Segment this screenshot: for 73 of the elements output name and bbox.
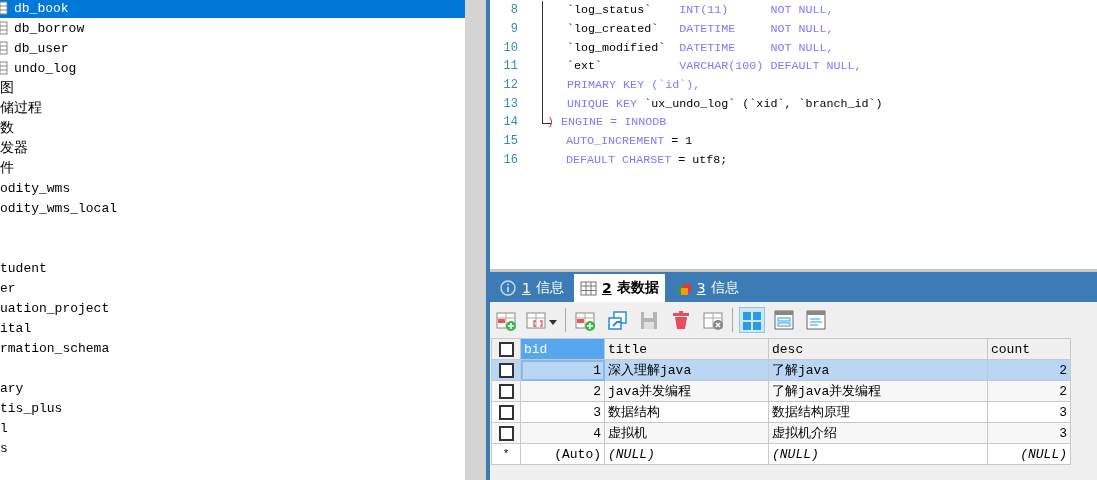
tree-item[interactable]: 件 (0, 158, 465, 178)
result-tab[interactable]: 3 信息 (668, 274, 745, 302)
code-line: ) ENGINE = INNODB (547, 115, 667, 130)
result-tab[interactable]: 2 表数据 (573, 274, 665, 302)
line-number: 10 (502, 40, 518, 55)
line-number: 14 (502, 115, 518, 130)
code-line: AUTO_INCREMENT = 1 (566, 134, 693, 149)
table-icon (0, 1, 8, 15)
info-icon (500, 279, 517, 297)
code-line: `log_created` DATETIME NOT NULL, (567, 22, 834, 37)
tree-item[interactable]: s (0, 438, 465, 458)
line-number: 8 (509, 3, 518, 18)
column-header[interactable]: desc (768, 338, 988, 360)
table-cell: (NULL) (987, 443, 1071, 465)
tree-item[interactable]: undo_log (0, 58, 465, 78)
row-checkbox[interactable] (498, 362, 514, 378)
code-line: UNIQUE KEY `ux_undo_log` (`xid`, `branch_id`) (567, 96, 883, 111)
text-view-button[interactable] (803, 307, 829, 333)
code-line: `ext` VARCHAR(100) DEFAULT NULL, (567, 59, 862, 74)
sql-editor[interactable] (490, 0, 1097, 272)
table-icon (579, 279, 597, 297)
tree-item[interactable]: tudent (0, 258, 465, 278)
form-view-button[interactable] (771, 307, 797, 333)
line-number: 12 (502, 78, 518, 93)
table-cell: 3 (520, 401, 605, 423)
table-cell: 了解java (768, 359, 988, 381)
column-header[interactable]: title (604, 338, 769, 360)
table-row[interactable]: 1 深入理解java 了解java 2 (491, 359, 1071, 381)
tree-item[interactable]: 发器 (0, 138, 465, 158)
line-number: 11 (502, 59, 518, 74)
code-line: `log_modified` DATETIME NOT NULL, (567, 40, 834, 55)
tree-item[interactable]: db_borrow (0, 18, 465, 38)
tree-item[interactable]: db_book (0, 0, 465, 18)
new-row-marker: * (502, 448, 510, 460)
tree-item[interactable]: db_user (0, 38, 465, 58)
table-cell: (Auto) (520, 443, 605, 465)
table-cell: 虚拟机介绍 (768, 422, 988, 444)
line-number: 13 (502, 96, 518, 111)
tree-item[interactable]: er (0, 278, 465, 298)
table-row[interactable]: 2 java并发编程 了解java并发编程 2 (491, 380, 1071, 402)
table-cell: 数据结构 (604, 401, 769, 423)
code-line: DEFAULT CHARSET = utf8; (566, 152, 728, 167)
table-row[interactable]: * (Auto) (NULL) (NULL) (NULL) (491, 443, 1071, 465)
tree-item[interactable]: odity_wms (0, 178, 465, 198)
tree-item[interactable]: l (0, 418, 465, 438)
table-row[interactable]: 4 虚拟机 虚拟机介绍 3 (491, 422, 1071, 444)
table-cell: 数据结构原理 (768, 401, 988, 423)
table-cell: 3 (987, 401, 1071, 423)
tree-item[interactable]: 图 (0, 78, 465, 98)
column-header[interactable]: count (987, 338, 1071, 360)
tree-item[interactable]: ital (0, 318, 465, 338)
tree-item[interactable]: uation_project (0, 298, 465, 318)
table-cell: (NULL) (768, 443, 988, 465)
grid-view-button[interactable] (739, 307, 765, 333)
select-all-checkbox[interactable] (498, 341, 514, 357)
line-number: 15 (502, 134, 518, 149)
row-checkbox[interactable] (498, 425, 514, 441)
result-tab[interactable]: 1 信息 (494, 274, 570, 302)
tree-item[interactable]: 储过程 (0, 98, 465, 118)
tree-item[interactable]: odity_wms_local (0, 198, 465, 218)
table-cell: (NULL) (604, 443, 769, 465)
row-checkbox[interactable] (498, 404, 514, 420)
tree-item[interactable]: tis_plus (0, 398, 465, 418)
code-line: `log_status` INT(11) NOT NULL, (567, 3, 834, 18)
tree-item[interactable]: rmation_schema (0, 338, 465, 358)
line-number: 16 (502, 152, 518, 167)
code-line: PRIMARY KEY (`id`), (567, 78, 701, 93)
tree-item[interactable]: 数 (0, 118, 465, 138)
table-cell: 了解java并发编程 (768, 380, 988, 402)
line-number: 9 (509, 22, 518, 37)
table-row[interactable]: 3 数据结构 数据结构原理 3 (491, 401, 1071, 423)
tree-item[interactable]: ary (0, 378, 465, 398)
row-checkbox[interactable] (498, 383, 514, 399)
